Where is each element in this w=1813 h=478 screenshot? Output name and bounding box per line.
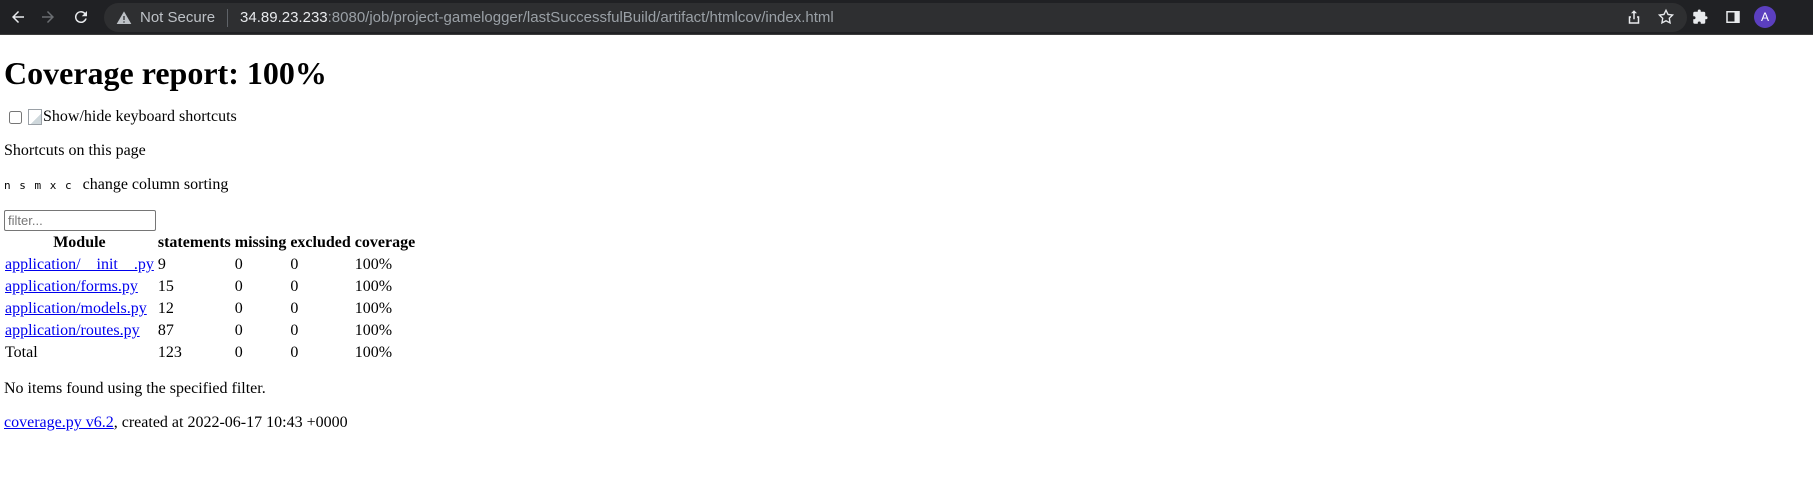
column-header-excluded[interactable]: excluded xyxy=(289,233,351,253)
table-row: application/__init__.py 9 0 0 100% xyxy=(4,255,416,275)
column-header-module[interactable]: Module xyxy=(4,233,155,253)
page-title: Coverage report: 100% xyxy=(4,55,327,91)
coverage-cell: 100% xyxy=(354,256,393,273)
module-link[interactable]: application/__init__.py xyxy=(5,256,154,273)
footer-created-text: , created at 2022-06-17 10:43 +0000 xyxy=(113,414,348,431)
shortcut-description: change column sorting xyxy=(82,176,229,193)
arrow-left-icon xyxy=(12,11,24,23)
shortcuts-checkbox[interactable] xyxy=(9,110,22,124)
column-header-coverage[interactable]: coverage xyxy=(354,233,416,253)
omnibox-divider xyxy=(227,8,229,27)
module-link[interactable]: application/models.py xyxy=(5,300,147,317)
table-header-row: Module statements missing excluded cover… xyxy=(4,233,416,253)
table-row: application/models.py 12 0 0 100% xyxy=(4,299,416,319)
module-link[interactable]: application/forms.py xyxy=(5,278,138,295)
keyboard-shortcuts-toggle: Show/hide keyboard shortcuts xyxy=(4,107,1809,127)
coverage-cell: 100% xyxy=(354,278,393,295)
reload-icon xyxy=(74,11,87,24)
total-coverage: 100% xyxy=(354,344,393,361)
excluded-cell: 0 xyxy=(290,256,299,273)
address-bar[interactable]: Not Secure 34.89.23.233:8080/job/project… xyxy=(104,3,1687,32)
arrow-right-icon xyxy=(42,11,54,23)
statements-cell: 87 xyxy=(157,322,174,339)
back-button[interactable] xyxy=(6,5,30,29)
coverage-cell: 100% xyxy=(354,300,393,317)
url-path: :8080/job/project-gamelogger/lastSuccess… xyxy=(327,9,834,26)
column-header-statements[interactable]: statements xyxy=(157,233,232,253)
total-excluded: 0 xyxy=(290,344,299,361)
star-icon[interactable] xyxy=(1657,8,1675,26)
keyboard-icon[interactable]: Show/hide keyboard shortcuts xyxy=(28,108,237,126)
extensions-button[interactable] xyxy=(1689,6,1711,28)
missing-cell: 0 xyxy=(234,300,243,317)
coverage-cell: 100% xyxy=(354,322,393,339)
shortcuts-heading: Shortcuts on this page xyxy=(4,142,146,159)
share-icon[interactable] xyxy=(1625,8,1643,26)
shortcut-keys: n s m x c xyxy=(4,179,73,192)
url-host: 34.89.23.233 xyxy=(240,9,328,26)
statements-cell: 12 xyxy=(157,300,174,317)
reload-button[interactable] xyxy=(69,5,93,29)
coverage-table: Module statements missing excluded cover… xyxy=(2,231,418,365)
total-statements: 123 xyxy=(157,344,182,361)
table-row: application/routes.py 87 0 0 100% xyxy=(4,321,416,341)
forward-button[interactable] xyxy=(36,5,60,29)
missing-cell: 0 xyxy=(234,322,243,339)
table-row: application/forms.py 15 0 0 100% xyxy=(4,277,416,297)
page-content: Coverage report: 100% Show/hide keyboard… xyxy=(0,55,1813,433)
excluded-cell: 0 xyxy=(290,278,299,295)
module-link[interactable]: application/routes.py xyxy=(5,322,140,339)
side-panel-icon xyxy=(1726,11,1740,23)
toggle-label: Show/hide keyboard shortcuts xyxy=(43,108,237,125)
statements-cell: 9 xyxy=(157,256,166,273)
no-items-message: No items found using the specified filte… xyxy=(4,380,266,397)
total-label: Total xyxy=(5,344,38,361)
column-header-missing[interactable]: missing xyxy=(234,233,288,253)
footer: coverage.py v6.2, created at 2022-06-17 … xyxy=(4,413,1809,433)
missing-cell: 0 xyxy=(234,256,243,273)
excluded-cell: 0 xyxy=(290,300,299,317)
shortcuts-row: n s m x c change column sorting xyxy=(4,175,1809,196)
missing-cell: 0 xyxy=(234,278,243,295)
warning-icon xyxy=(116,10,132,26)
side-panel-button[interactable] xyxy=(1722,6,1744,28)
not-secure-label[interactable]: Not Secure xyxy=(140,9,215,26)
puzzle-icon xyxy=(1693,9,1708,24)
broken-image-icon xyxy=(28,109,42,125)
profile-avatar[interactable]: A xyxy=(1754,6,1776,28)
coverage-version-link[interactable]: coverage.py v6.2 xyxy=(4,414,114,431)
excluded-cell: 0 xyxy=(290,322,299,339)
filter-input[interactable] xyxy=(4,210,156,231)
statements-cell: 15 xyxy=(157,278,174,295)
browser-toolbar: Not Secure 34.89.23.233:8080/job/project… xyxy=(0,0,1813,35)
total-row: Total 123 0 0 100% xyxy=(4,343,416,363)
total-missing: 0 xyxy=(234,344,243,361)
